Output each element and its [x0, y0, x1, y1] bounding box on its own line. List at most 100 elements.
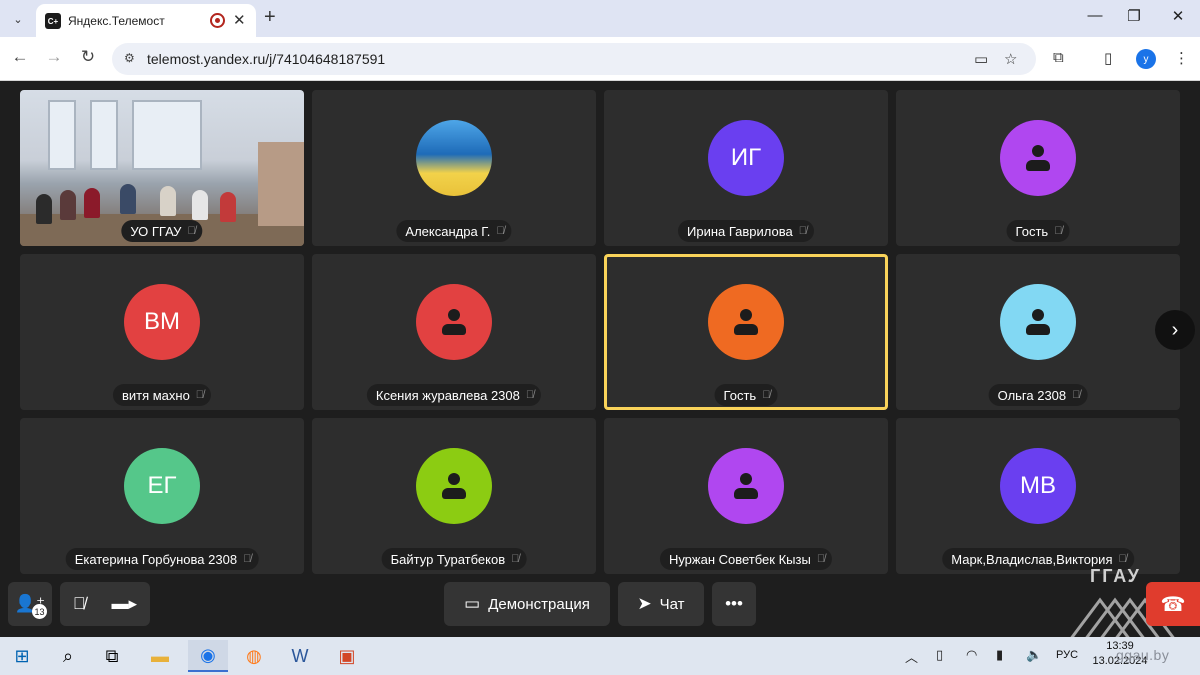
participant-avatar: ЕГ: [124, 448, 200, 524]
screen-share-button[interactable]: ▭ Демонстрация: [444, 582, 610, 626]
participant-avatar: ИГ: [708, 120, 784, 196]
tab-close-icon[interactable]: ✕: [233, 11, 246, 29]
participant-name: Гость 🎙̸: [1006, 220, 1070, 242]
file-explorer-icon[interactable]: ▬: [140, 640, 180, 672]
search-icon[interactable]: ⌕: [48, 640, 88, 672]
more-dots-icon: •••: [725, 594, 743, 613]
input-language[interactable]: РУС: [1056, 649, 1078, 661]
participant-avatar: [416, 448, 492, 524]
mic-off-icon: 🎙̸: [1072, 389, 1081, 401]
participants-count-badge: 13: [32, 604, 47, 619]
participant-tile[interactable]: Нуржан Советбек Кызы 🎙̸: [604, 418, 888, 574]
forward-icon[interactable]: →: [42, 47, 66, 67]
tray-chevron-up-icon[interactable]: ︿: [905, 647, 918, 666]
browser-tab[interactable]: C+ Яндекс.Телемост ✕: [36, 4, 256, 37]
browser-tab-strip: ⌄ C+ Яндекс.Телемост ✕ + — ❐ ✕: [0, 0, 1200, 37]
participant-avatar: [1000, 120, 1076, 196]
participant-name: Ксения журавлева 2308 🎙̸: [366, 384, 542, 406]
participant-name: Ирина Гаврилова 🎙̸: [678, 220, 814, 242]
minimize-icon[interactable]: —: [1075, 7, 1115, 24]
participants-button[interactable]: 👤⁺ 13: [8, 582, 52, 626]
recording-indicator-icon: [210, 13, 225, 28]
participant-tile[interactable]: Байтур Туратбеков 🎙̸: [312, 418, 596, 574]
person-icon: [439, 307, 469, 337]
camera-in-use-icon[interactable]: ▭: [974, 50, 988, 68]
watermark-site-text: ggau.by: [1116, 647, 1170, 663]
firefox-icon[interactable]: ◍: [234, 640, 274, 672]
participant-avatar: МВ: [1000, 448, 1076, 524]
mic-off-icon: 🎙̸: [798, 225, 807, 237]
participant-tile[interactable]: Ксения журавлева 2308 🎙̸: [312, 254, 596, 410]
mic-off-icon: 🎙̸: [816, 553, 826, 565]
participant-tile-speaking[interactable]: Гость 🎙̸: [604, 254, 888, 410]
windows-taskbar: ⊞ ⌕ ⧉ ▬ ◉ ◍ W ▣ ︿ ▯ ◠ ▮ 🔈 РУС 13:39 13.0…: [0, 637, 1200, 675]
participant-tile[interactable]: Гость 🎙̸: [896, 90, 1180, 246]
participant-tile[interactable]: ВМ витя махно 🎙̸: [20, 254, 304, 410]
participant-tile[interactable]: Ольга 2308 🎙̸: [896, 254, 1180, 410]
tab-title: Яндекс.Телемост: [68, 14, 165, 28]
mic-off-icon: 🎙̸: [525, 389, 535, 401]
hang-up-button[interactable]: ☎: [1146, 582, 1200, 626]
participant-avatar: [1000, 284, 1076, 360]
bookmark-star-icon[interactable]: ☆: [1004, 50, 1017, 68]
participant-tile[interactable]: ЕГ Екатерина Горбунова 2308 🎙̸: [20, 418, 304, 574]
participant-photo-avatar: [416, 120, 492, 196]
browser-toolbar: ← → ↻ ⚙ telemost.yandex.ru/j/74104648187…: [0, 37, 1200, 81]
person-icon: [731, 307, 761, 337]
participant-tile[interactable]: ИГ Ирина Гаврилова 🎙̸: [604, 90, 888, 246]
person-icon: [1023, 307, 1053, 337]
mic-off-icon: 🎙̸: [1054, 225, 1063, 237]
mic-off-icon: 🎙̸: [187, 225, 196, 237]
send-icon: ➤: [637, 594, 652, 613]
camera-button[interactable]: ▬▸: [112, 594, 138, 614]
more-button[interactable]: •••: [712, 582, 756, 626]
participant-tile[interactable]: МВ Марк,Владислав,Виктория 🎙̸: [896, 418, 1180, 574]
extensions-icon[interactable]: ⧉: [1053, 49, 1064, 66]
word-icon[interactable]: W: [280, 640, 320, 672]
chrome-icon[interactable]: ◉: [188, 640, 228, 672]
task-view-icon[interactable]: ⧉: [92, 640, 132, 672]
participant-name: Гость 🎙̸: [714, 384, 778, 406]
participant-avatar: [416, 284, 492, 360]
participant-avatar: [708, 448, 784, 524]
reload-icon[interactable]: ↻: [76, 47, 100, 67]
screen-share-icon: ▭: [464, 594, 481, 613]
mic-off-icon: 🎙̸: [496, 225, 505, 237]
mic-off-icon: 🎙̸: [243, 553, 252, 565]
participant-name: Нуржан Советбек Кызы 🎙̸: [659, 548, 833, 570]
profile-avatar[interactable]: у: [1136, 49, 1156, 69]
participant-name: витя махно 🎙̸: [112, 384, 212, 406]
chat-button[interactable]: ➤ Чат: [618, 582, 704, 626]
watermark-logo-text: ГГАУ: [1090, 566, 1141, 586]
participant-name: Ольга 2308 🎙̸: [988, 384, 1088, 406]
tab-search-chevron-icon[interactable]: ⌄: [6, 7, 30, 31]
next-page-chevron-icon[interactable]: ›: [1155, 310, 1195, 350]
window-close-icon[interactable]: ✕: [1158, 7, 1198, 25]
restore-icon[interactable]: ❐: [1114, 7, 1154, 25]
address-bar[interactable]: ⚙ telemost.yandex.ru/j/74104648187591 ▭ …: [112, 43, 1036, 75]
participant-tile[interactable]: УО ГГАУ 🎙̸: [20, 90, 304, 246]
telemost-favicon-icon: C+: [45, 13, 61, 29]
windows-start-icon[interactable]: ⊞: [2, 640, 42, 672]
participant-name: Александра Г. 🎙̸: [396, 220, 512, 242]
volume-icon[interactable]: 🔈: [1026, 647, 1042, 663]
url-text[interactable]: telemost.yandex.ru/j/74104648187591: [147, 51, 385, 67]
participant-name: УО ГГАУ 🎙̸: [121, 220, 203, 242]
site-settings-icon[interactable]: ⚙: [124, 51, 135, 65]
participant-avatar: ВМ: [124, 284, 200, 360]
browser-menu-icon[interactable]: ⋮: [1174, 49, 1189, 67]
participant-avatar: [708, 284, 784, 360]
microphone-icon[interactable]: ▮: [996, 647, 1003, 663]
new-tab-icon[interactable]: +: [264, 6, 276, 29]
presentation-app-icon[interactable]: ▣: [327, 640, 367, 672]
participant-tile[interactable]: Александра Г. 🎙̸: [312, 90, 596, 246]
tray-device-icon[interactable]: ▯: [936, 647, 943, 663]
side-panel-icon[interactable]: ▯: [1104, 49, 1112, 67]
back-icon[interactable]: ←: [8, 47, 32, 67]
mic-off-icon: 🎙̸: [511, 553, 520, 565]
wifi-icon[interactable]: ◠: [966, 647, 977, 663]
participant-name: Байтур Туратбеков 🎙̸: [381, 548, 527, 570]
mic-off-button[interactable]: 🎙̸: [73, 594, 86, 614]
mic-off-icon: 🎙̸: [762, 389, 771, 401]
mic-off-icon: 🎙̸: [1118, 553, 1127, 565]
